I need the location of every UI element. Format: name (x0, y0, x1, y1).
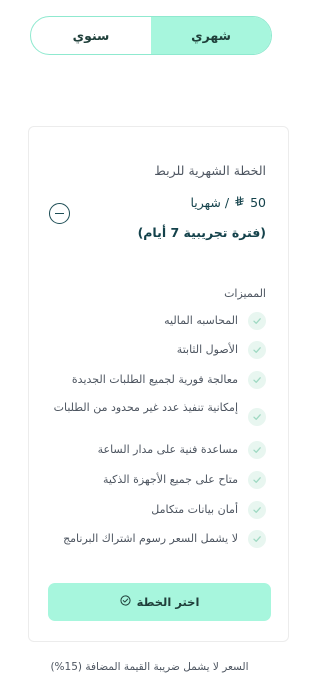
features-heading: المميزات (224, 287, 266, 300)
feature-label: مساعدة فنية على مدار الساعة (97, 443, 238, 456)
feature-item: مساعدة فنية على مدار الساعة (46, 441, 266, 459)
check-icon (248, 471, 266, 489)
billing-period-toggle: شهري سنوي (30, 16, 272, 55)
feature-label: الأصول الثابتة (176, 343, 238, 356)
feature-item: إمكانية تنفيذ عدد غير محدود من الطلبات (46, 400, 266, 426)
vat-note: السعر لا يشمل ضريبة القيمة المضافة (15%) (50, 661, 249, 673)
feature-item: معالجة فورية لجميع الطلبات الجديدة (46, 371, 266, 389)
feature-item: الأصول الثابتة (46, 341, 266, 359)
price-amount: 50 (250, 195, 266, 210)
feature-item: أمان بيانات متكامل (46, 501, 266, 519)
tab-yearly[interactable]: سنوي (31, 17, 151, 54)
price-period: / شهريا (190, 195, 230, 210)
feature-label: المحاسبه الماليه (164, 314, 238, 327)
collapse-minus-icon[interactable] (49, 203, 70, 224)
check-icon (248, 371, 266, 389)
check-icon (248, 501, 266, 519)
feature-item: لا يشمل السعر رسوم اشتراك البرنامج (46, 530, 266, 548)
feature-item: المحاسبه الماليه (46, 312, 266, 330)
feature-label: أمان بيانات متكامل (151, 503, 238, 516)
check-icon (248, 530, 266, 548)
check-icon (248, 408, 266, 426)
riyal-currency-icon (234, 195, 245, 210)
plan-price: 50 / شهريا (190, 195, 266, 210)
plan-title: الخطة الشهرية للربط (154, 163, 266, 178)
plan-card: الخطة الشهرية للربط 50 / شهريا (فترة تجر… (28, 126, 289, 642)
feature-label: معالجة فورية لجميع الطلبات الجديدة (71, 373, 238, 386)
choose-plan-button[interactable]: اختر الخطة (48, 583, 271, 621)
choose-plan-label: اختر الخطة (136, 595, 200, 609)
feature-item: متاح على جميع الأجهزة الذكية (46, 471, 266, 489)
trial-label: (فترة تجريبية 7 أيام) (137, 225, 266, 240)
check-circle-icon (120, 595, 131, 609)
feature-label: متاح على جميع الأجهزة الذكية (102, 473, 238, 486)
feature-label: إمكانية تنفيذ عدد غير محدود من الطلبات (53, 401, 238, 414)
check-icon (248, 341, 266, 359)
check-icon (248, 312, 266, 330)
tab-monthly[interactable]: شهري (151, 17, 271, 54)
feature-label: لا يشمل السعر رسوم اشتراك البرنامج (63, 532, 238, 545)
check-icon (248, 441, 266, 459)
